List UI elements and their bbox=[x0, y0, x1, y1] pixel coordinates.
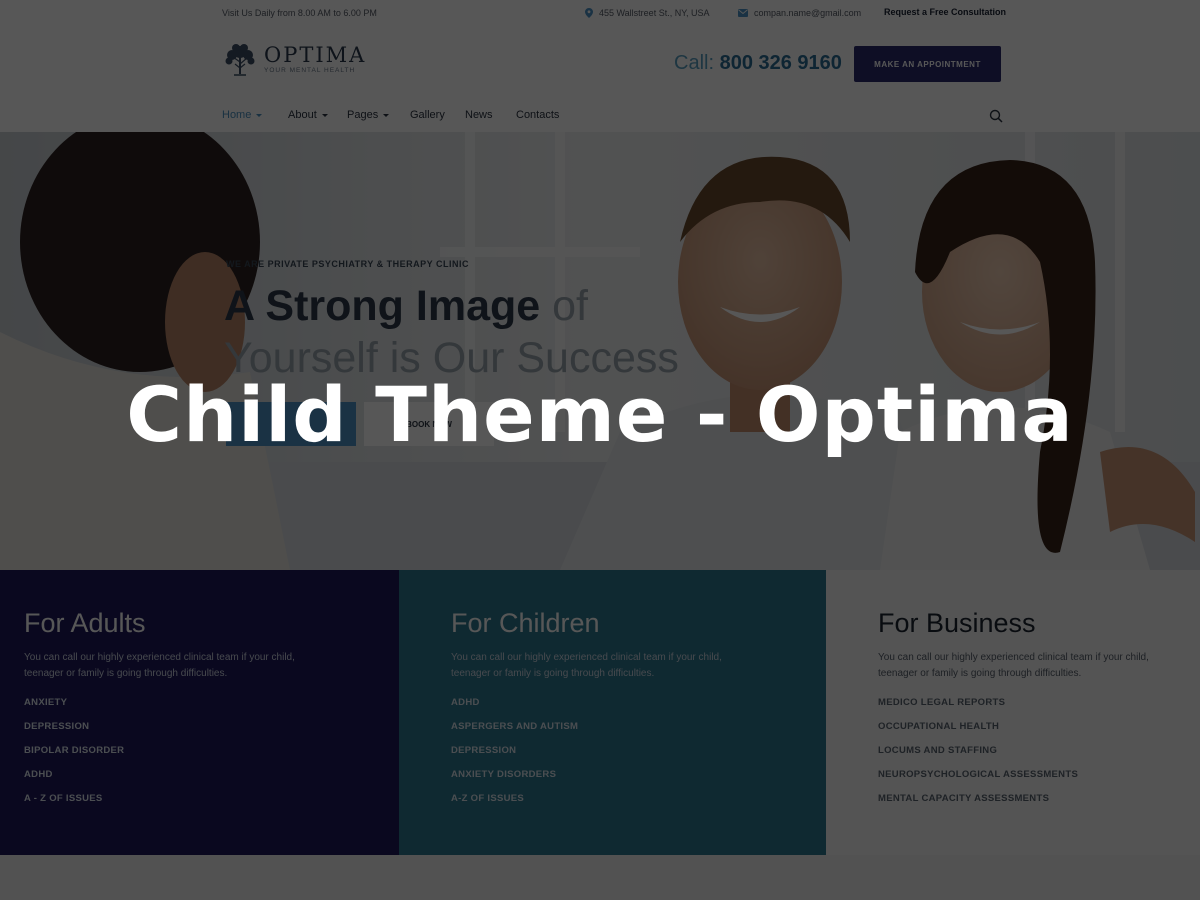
nav-item-label: About bbox=[288, 109, 317, 121]
top-bar: Visit Us Daily from 8.00 AM to 6.00 PM 4… bbox=[0, 0, 1200, 28]
service-title: For Business bbox=[878, 608, 1036, 638]
header: OPTIMA YOUR MENTAL HEALTH Call: 800 326 … bbox=[0, 28, 1200, 100]
tree-icon bbox=[225, 44, 255, 76]
service-link[interactable]: ADHD bbox=[451, 697, 578, 721]
search-button[interactable] bbox=[989, 109, 1003, 128]
nav-item-label: Gallery bbox=[410, 109, 445, 121]
theme-preview: Visit Us Daily from 8.00 AM to 6.00 PM 4… bbox=[0, 0, 1200, 900]
search-icon bbox=[989, 109, 1003, 123]
nav-item-contacts[interactable]: Contacts bbox=[516, 109, 559, 121]
nav-item-label: Pages bbox=[347, 109, 379, 121]
address-text: 455 Wallstreet St., NY, USA bbox=[599, 8, 710, 18]
headline-strong: A Strong Image bbox=[224, 282, 541, 330]
logo[interactable]: OPTIMA YOUR MENTAL HEALTH bbox=[222, 42, 366, 78]
opening-hours: Visit Us Daily from 8.00 AM to 6.00 PM bbox=[222, 8, 377, 18]
caret-down-icon bbox=[256, 113, 263, 117]
service-title: For Children bbox=[451, 608, 600, 638]
main-nav: Home About Pages Gallery News Contacts bbox=[0, 100, 1200, 132]
footer-strip bbox=[0, 855, 1200, 900]
hero-kicker: WE ARE PRIVATE PSYCHIATRY & THERAPY CLIN… bbox=[226, 259, 470, 269]
call-number[interactable]: Call: 800 326 9160 bbox=[674, 52, 842, 75]
make-appointment-button[interactable]: MAKE AN APPOINTMENT bbox=[854, 46, 1001, 82]
service-link[interactable]: ANXIETY DISORDERS bbox=[451, 769, 578, 793]
service-description: You can call our highly experienced clin… bbox=[451, 652, 722, 679]
service-link[interactable]: MEDICO LEGAL REPORTS bbox=[878, 697, 1078, 721]
email-text: compan.name@gmail.com bbox=[754, 8, 862, 18]
nav-item-label: Home bbox=[222, 109, 252, 121]
service-column-business: For Business You can call our highly exp… bbox=[826, 570, 1200, 855]
services-section: For Adults You can call our highly exper… bbox=[0, 570, 1200, 855]
service-column-adults: For Adults You can call our highly exper… bbox=[0, 570, 399, 855]
brand-tagline: YOUR MENTAL HEALTH bbox=[264, 67, 356, 75]
nav-item-gallery[interactable]: Gallery bbox=[410, 109, 445, 121]
nav-item-about[interactable]: About bbox=[288, 109, 328, 121]
service-link[interactable]: ADHD bbox=[24, 769, 124, 793]
service-description: You can call our highly experienced clin… bbox=[878, 652, 1149, 679]
theme-title: Child Theme - Optima bbox=[126, 370, 1074, 459]
nav-item-label: News bbox=[465, 109, 493, 121]
nav-item-pages[interactable]: Pages bbox=[347, 109, 390, 121]
map-pin-icon bbox=[585, 8, 593, 18]
caret-down-icon bbox=[321, 113, 328, 117]
service-link[interactable]: BIPOLAR DISORDER bbox=[24, 745, 124, 769]
service-link[interactable]: ASPERGERS AND AUTISM bbox=[451, 721, 578, 745]
nav-item-home[interactable]: Home bbox=[222, 109, 263, 121]
service-link[interactable]: MENTAL CAPACITY ASSESSMENTS bbox=[878, 793, 1078, 817]
service-link[interactable]: DEPRESSION bbox=[24, 721, 124, 745]
service-link[interactable]: DEPRESSION bbox=[451, 745, 578, 769]
service-link[interactable]: NEUROPSYCHOLOGICAL ASSESSMENTS bbox=[878, 769, 1078, 793]
service-list: MEDICO LEGAL REPORTS OCCUPATIONAL HEALTH… bbox=[878, 697, 1078, 817]
caret-down-icon bbox=[383, 113, 390, 117]
service-column-children: For Children You can call our highly exp… bbox=[399, 570, 826, 855]
service-link[interactable]: A - Z OF ISSUES bbox=[24, 793, 124, 817]
headline-light: of bbox=[552, 282, 588, 330]
phone-number: 800 326 9160 bbox=[719, 52, 842, 74]
call-label: Call: bbox=[674, 52, 715, 74]
service-link[interactable]: A-Z OF ISSUES bbox=[451, 793, 578, 817]
service-description: You can call our highly experienced clin… bbox=[24, 652, 295, 679]
address: 455 Wallstreet St., NY, USA bbox=[585, 8, 710, 18]
brand-name: OPTIMA bbox=[264, 43, 367, 68]
service-list: ANXIETY DEPRESSION BIPOLAR DISORDER ADHD… bbox=[24, 697, 124, 817]
service-link[interactable]: LOCUMS AND STAFFING bbox=[878, 745, 1078, 769]
hero-headline: A Strong Image of Yourself is Our Succes… bbox=[224, 280, 679, 384]
email[interactable]: compan.name@gmail.com bbox=[738, 8, 861, 18]
service-title: For Adults bbox=[24, 608, 146, 638]
hero-banner: WE ARE PRIVATE PSYCHIATRY & THERAPY CLIN… bbox=[0, 132, 1200, 570]
nav-item-news[interactable]: News bbox=[465, 109, 493, 121]
service-link[interactable]: ANXIETY bbox=[24, 697, 124, 721]
service-link[interactable]: OCCUPATIONAL HEALTH bbox=[878, 721, 1078, 745]
envelope-icon bbox=[738, 9, 748, 17]
nav-item-label: Contacts bbox=[516, 109, 560, 121]
service-list: ADHD ASPERGERS AND AUTISM DEPRESSION ANX… bbox=[451, 697, 578, 817]
free-consultation-link[interactable]: Request a Free Consultation bbox=[884, 7, 1006, 17]
